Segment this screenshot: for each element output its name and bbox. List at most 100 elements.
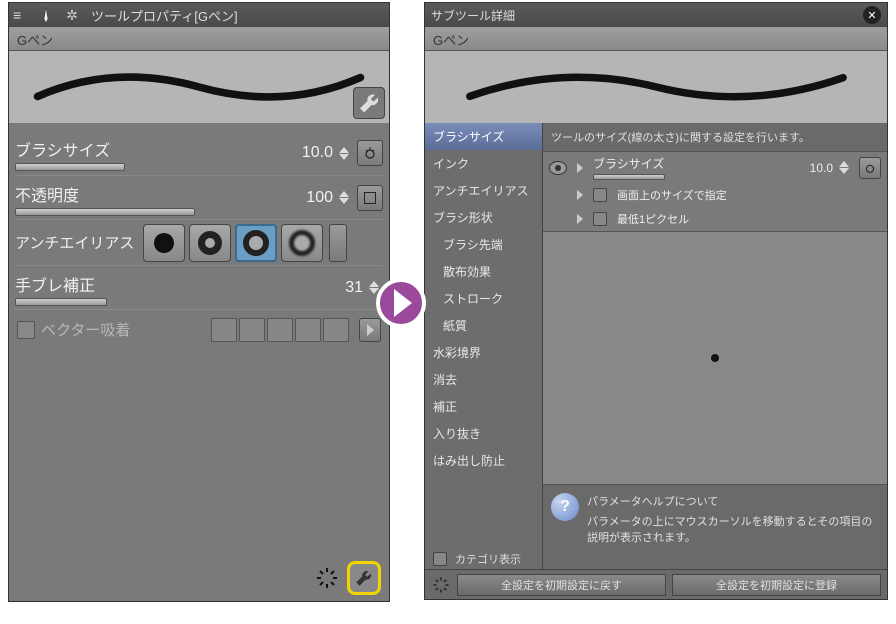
vector-snap-boxes bbox=[211, 318, 349, 342]
category-item-overflow[interactable]: はみ出し防止 bbox=[425, 447, 542, 474]
brush-size-spinner-r[interactable] bbox=[839, 161, 853, 174]
expand-icon[interactable] bbox=[573, 161, 587, 175]
arrow-icon bbox=[376, 278, 426, 328]
bottom-icon-row bbox=[313, 561, 381, 595]
register-all-button[interactable]: 全設定を初期設定に登録 bbox=[672, 574, 881, 596]
brush-size-label-text: ブラシサイズ bbox=[15, 143, 110, 160]
blend-mode-button[interactable] bbox=[357, 185, 383, 211]
tool-property-body: ブラシサイズ 10.0 不透明度 100 アンチエイリアス bbox=[9, 123, 389, 355]
opacity-label: 不透明度 bbox=[15, 180, 155, 216]
subtool-detail-title: サブツール詳細 bbox=[431, 7, 515, 24]
stabilize-label: 手ブレ補正 bbox=[15, 270, 155, 306]
vector-box[interactable] bbox=[239, 318, 265, 342]
brush-size-label-r: ブラシサイズ bbox=[593, 155, 703, 180]
category-item-stroke[interactable]: ストローク bbox=[425, 285, 542, 312]
vector-box[interactable] bbox=[323, 318, 349, 342]
help-title: パラメータヘルプについて bbox=[587, 493, 879, 509]
opacity-label-text: 不透明度 bbox=[15, 188, 79, 205]
category-show-label: カテゴリ表示 bbox=[455, 551, 521, 567]
category-item-spray[interactable]: 散布効果 bbox=[425, 258, 542, 285]
aa-option-weak[interactable] bbox=[189, 224, 231, 262]
stroke-preview-right bbox=[425, 51, 887, 123]
stroke-preview bbox=[9, 51, 389, 123]
brush-size-value[interactable]: 10.0 bbox=[302, 144, 333, 162]
brush-size-dynamics-button[interactable] bbox=[357, 140, 383, 166]
category-item-watercolor[interactable]: 水彩境界 bbox=[425, 339, 542, 366]
opacity-row: 不透明度 100 bbox=[15, 175, 383, 219]
category-item-ink[interactable]: インク bbox=[425, 150, 542, 177]
brush-size-row: ブラシサイズ 10.0 bbox=[15, 131, 383, 175]
brush-size-label: ブラシサイズ bbox=[15, 135, 155, 171]
help-body: パラメータの上にマウスカーソルを移動するとその項目の説明が表示されます。 bbox=[587, 513, 879, 545]
gear-icon[interactable]: ✲ bbox=[63, 6, 81, 24]
category-show-checkbox[interactable] bbox=[433, 552, 447, 566]
stabilize-row: 手ブレ補正 31 bbox=[15, 265, 383, 309]
brush-size-dynamics-button-r[interactable] bbox=[859, 157, 881, 179]
category-description: ツールのサイズ(線の太さ)に関する設定を行います。 bbox=[543, 123, 887, 152]
brush-size-value-r[interactable]: 10.0 bbox=[810, 161, 833, 175]
stabilize-label-text: 手ブレ補正 bbox=[15, 278, 95, 295]
reset-all-button[interactable]: 全設定を初期設定に戻す bbox=[457, 574, 666, 596]
help-icon: ? bbox=[551, 493, 579, 521]
help-area: ? パラメータヘルプについて パラメータの上にマウスカーソルを移動するとその項目… bbox=[543, 485, 887, 569]
vector-box[interactable] bbox=[267, 318, 293, 342]
category-item-aa[interactable]: アンチエイリアス bbox=[425, 177, 542, 204]
vector-snap-checkbox[interactable] bbox=[17, 321, 35, 339]
opacity-value[interactable]: 100 bbox=[306, 189, 333, 207]
expand-icon[interactable] bbox=[573, 212, 587, 226]
visibility-toggle[interactable] bbox=[549, 161, 567, 175]
category-item-brushshape[interactable]: ブラシ形状 bbox=[425, 204, 542, 231]
category-show-row: カテゴリ表示 bbox=[433, 551, 521, 567]
opacity-spinner[interactable] bbox=[339, 191, 353, 204]
brush-size-spinner[interactable] bbox=[339, 147, 353, 160]
category-item-brushtip[interactable]: ブラシ先端 bbox=[425, 231, 542, 258]
vector-box[interactable] bbox=[211, 318, 237, 342]
min1px-checkbox[interactable] bbox=[593, 212, 607, 226]
brush-size-slider-r[interactable] bbox=[593, 174, 665, 180]
subtool-name-bar: Gペン bbox=[425, 27, 887, 51]
vector-snap-row: ベクター吸着 bbox=[15, 309, 383, 349]
category-item-brushsize[interactable]: ブラシサイズ bbox=[425, 123, 542, 150]
tool-property-titlebar: ≡ ✲ ツールプロパティ[Gペン] bbox=[9, 3, 389, 27]
tool-name-bar: Gペン bbox=[9, 27, 389, 51]
tool-property-panel: ≡ ✲ ツールプロパティ[Gペン] Gペン ブラシサイズ 10.0 bbox=[8, 2, 390, 602]
stabilize-slider[interactable] bbox=[15, 298, 107, 306]
wrench-icon[interactable] bbox=[353, 87, 385, 119]
subtool-detail-panel: サブツール詳細 ✕ Gペン ブラシサイズ インク アンチエイリアス ブラシ形状 … bbox=[424, 2, 888, 600]
category-list: ブラシサイズ インク アンチエイリアス ブラシ形状 ブラシ先端 散布効果 ストロ… bbox=[425, 123, 543, 569]
min1px-label: 最低1ピクセル bbox=[617, 211, 689, 227]
aa-expand-button[interactable] bbox=[329, 224, 347, 262]
category-item-correct[interactable]: 補正 bbox=[425, 393, 542, 420]
expand-icon[interactable] bbox=[573, 188, 587, 202]
preview-dot-icon bbox=[711, 354, 719, 362]
vector-box[interactable] bbox=[295, 318, 321, 342]
category-item-paper[interactable]: 紙質 bbox=[425, 312, 542, 339]
reset-icon[interactable] bbox=[313, 564, 341, 592]
vector-snap-label: ベクター吸着 bbox=[41, 319, 130, 340]
subtool-detail-titlebar: サブツール詳細 ✕ bbox=[425, 3, 887, 27]
tool-property-title: ツールプロパティ[Gペン] bbox=[91, 6, 238, 25]
category-item-inout[interactable]: 入り抜き bbox=[425, 420, 542, 447]
subtool-detail-button[interactable] bbox=[347, 561, 381, 595]
aa-option-medium[interactable] bbox=[235, 224, 277, 262]
aa-option-strong[interactable] bbox=[281, 224, 323, 262]
brush-size-slider[interactable] bbox=[15, 163, 125, 171]
opacity-slider[interactable] bbox=[15, 208, 195, 216]
pen-icon bbox=[35, 4, 57, 26]
antialias-label: アンチエイリアス bbox=[15, 232, 139, 253]
close-icon[interactable]: ✕ bbox=[863, 6, 881, 24]
brush-size-label-r-text: ブラシサイズ bbox=[593, 157, 664, 171]
reset-icon[interactable] bbox=[431, 575, 451, 595]
vector-expand-button[interactable] bbox=[359, 318, 381, 342]
antialias-row: アンチエイリアス bbox=[15, 219, 383, 265]
brush-size-property: ブラシサイズ 10.0 画面上のサイズで指定 bbox=[543, 152, 887, 232]
category-item-erase[interactable]: 消去 bbox=[425, 366, 542, 393]
subtool-body: ブラシサイズ インク アンチエイリアス ブラシ形状 ブラシ先端 散布効果 ストロ… bbox=[425, 123, 887, 569]
subtool-footer: 全設定を初期設定に戻す 全設定を初期設定に登録 bbox=[425, 569, 887, 599]
screen-size-label: 画面上のサイズで指定 bbox=[617, 187, 727, 203]
aa-option-none[interactable] bbox=[143, 224, 185, 262]
screen-size-checkbox[interactable] bbox=[593, 188, 607, 202]
stabilize-value[interactable]: 31 bbox=[345, 279, 363, 297]
menu-icon[interactable]: ≡ bbox=[13, 7, 29, 23]
brush-preview bbox=[543, 232, 887, 485]
